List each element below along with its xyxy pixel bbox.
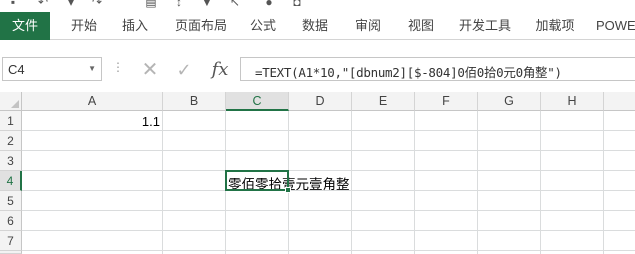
tab-power[interactable]: POWE	[596, 12, 635, 40]
formula-text: =TEXT(A1*10,"[dbnum2][$-804]0佰0拾0元0角整")	[255, 65, 562, 80]
tab-insert[interactable]: 插入	[117, 12, 153, 40]
tab-page-layout[interactable]: 页面布局	[170, 12, 232, 40]
formula-bar: C4 ▼ ⋮ ✕ ✓ fx =TEXT(A1*10,"[dbnum2][$-80…	[0, 57, 635, 83]
save-icon[interactable]: ▪	[6, 0, 20, 9]
quick-access-toolbar: ▪ ↶ ▾ ↷ ▤ ↕ ▼ ↖ ● ◘	[0, 0, 635, 12]
worksheet-grid: A B C D E F G H 1 2 3 4 5 6 7 1.1 零佰零拾壹元…	[0, 92, 635, 254]
column-header-f[interactable]: F	[415, 92, 478, 111]
name-box[interactable]: C4 ▼	[2, 57, 102, 81]
redo-icon[interactable]: ↷	[90, 0, 104, 9]
insert-function-icon[interactable]: fx	[206, 59, 234, 81]
name-box-value: C4	[8, 62, 25, 77]
tab-view[interactable]: 视图	[403, 12, 439, 40]
pointer-icon[interactable]: ↖	[228, 0, 242, 9]
row-header-4[interactable]: 4	[0, 171, 22, 191]
tab-home[interactable]: 开始	[66, 12, 102, 40]
column-header-i[interactable]	[604, 92, 635, 111]
camera-icon[interactable]: ◘	[290, 0, 304, 9]
check-icon[interactable]: ✓	[172, 59, 196, 81]
filter-icon[interactable]: ▼	[200, 0, 214, 9]
column-header-c[interactable]: C	[226, 92, 289, 111]
tab-addins[interactable]: 加载项	[531, 12, 579, 40]
tab-file[interactable]: 文件	[0, 12, 50, 40]
form-icon[interactable]: ▤	[144, 0, 158, 9]
drag-handle-icon[interactable]: ⋮	[112, 60, 124, 74]
ribbon-tabs: 文件 开始 插入 页面布局 公式 数据 审阅 视图 开发工具 加载项 POWE	[0, 12, 635, 40]
column-header-d[interactable]: D	[289, 92, 352, 111]
circle-icon[interactable]: ●	[262, 0, 276, 9]
cell-area[interactable]: 1.1 零佰零拾壹元壹角整	[22, 111, 635, 254]
undo-icon[interactable]: ↶	[36, 0, 50, 9]
chevron-down-icon[interactable]: ▼	[88, 64, 96, 73]
column-header-h[interactable]: H	[541, 92, 604, 111]
tab-developer[interactable]: 开发工具	[454, 12, 516, 40]
row-header-5[interactable]: 5	[0, 191, 22, 211]
tab-data[interactable]: 数据	[297, 12, 333, 40]
row-header-3[interactable]: 3	[0, 151, 22, 171]
tab-formulas[interactable]: 公式	[245, 12, 281, 40]
active-cell-border	[225, 170, 289, 191]
formula-input[interactable]: =TEXT(A1*10,"[dbnum2][$-804]0佰0拾0元0角整")	[240, 57, 635, 81]
tab-review[interactable]: 审阅	[350, 12, 386, 40]
column-header-a[interactable]: A	[22, 92, 163, 111]
row-header-1[interactable]: 1	[0, 111, 22, 131]
select-all-button[interactable]	[0, 92, 22, 111]
row-header-2[interactable]: 2	[0, 131, 22, 151]
cancel-icon[interactable]: ✕	[138, 59, 162, 81]
cell-a1[interactable]: 1.1	[122, 114, 160, 129]
undo-dropdown-icon[interactable]: ▾	[64, 0, 78, 9]
column-header-b[interactable]: B	[163, 92, 226, 111]
row-header-6[interactable]: 6	[0, 211, 22, 231]
column-header-e[interactable]: E	[352, 92, 415, 111]
sort-icon[interactable]: ↕	[172, 0, 186, 9]
row-header-7[interactable]: 7	[0, 231, 22, 251]
column-header-g[interactable]: G	[478, 92, 541, 111]
fill-handle[interactable]	[285, 187, 291, 193]
